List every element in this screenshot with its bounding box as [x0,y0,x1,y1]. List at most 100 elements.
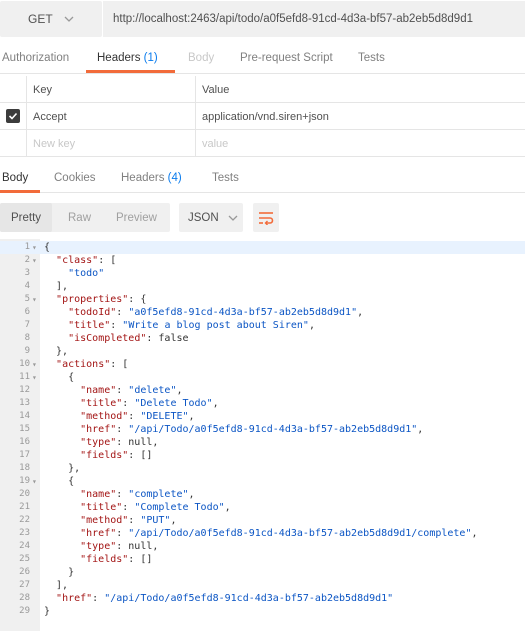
active-response-tab-indicator [0,190,40,193]
line-number: 17 [19,450,30,460]
code-line: 25 "fields": [] [0,553,525,566]
code-line: 10 ▾ "actions": [ [0,358,525,371]
code-text: "todo" [68,268,105,279]
line-number: 21 [19,502,30,512]
tab-response-headers[interactable]: Headers (4) [121,172,182,184]
new-key-input[interactable]: New key [33,130,75,157]
line-number: 27 [19,580,30,590]
line-number: 15 [19,424,30,434]
code-text: } [44,606,51,617]
line-number: 24 [19,541,30,551]
format-label: JSON [188,211,219,224]
line-number: 1 [24,242,30,252]
tab-response-body[interactable]: Body [2,172,28,184]
request-tabs: Authorization Headers (1) Body Pre-reque… [0,44,525,74]
code-text: "title": "Write a blog post about Siren"… [68,320,315,331]
chevron-down-icon [64,16,74,22]
fold-toggle-icon[interactable]: ▾ [32,371,37,384]
code-text: "class": [ [56,255,117,266]
format-select[interactable]: JSON [179,203,243,232]
response-tabs: Body Cookies Headers (4) Tests [0,165,525,193]
column-value: Value [202,83,230,96]
code-line: 14 "method": "DELETE", [0,410,525,423]
tab-tests[interactable]: Tests [358,52,385,64]
code-text: "type": null, [80,541,159,552]
code-line: 16 "type": null, [0,436,525,449]
code-line: 5 ▾ "properties": { [0,293,525,306]
code-text: "method": "PUT", [80,515,177,526]
line-number: 26 [19,567,30,577]
code-line: 15 "href": "/api/Todo/a0f5efd8-91cd-4d3a… [0,423,525,436]
line-number: 28 [19,593,30,603]
line-number: 19 [19,476,30,486]
code-text: ], [44,580,69,591]
line-number: 7 [24,320,30,330]
response-toolbar: Pretty Raw Preview JSON [0,203,525,233]
line-number: 10 [19,359,30,369]
header-value-input[interactable]: application/vnd.siren+json [202,103,329,130]
tab-headers[interactable]: Headers (1) [97,52,158,64]
code-line: 12 "name": "delete", [0,384,525,397]
table-row: Accept application/vnd.siren+json [0,103,525,130]
code-text: "fields": [] [80,450,153,461]
code-text: "name": "complete", [80,489,195,500]
fold-toggle-icon[interactable]: ▾ [32,475,37,488]
code-line: 7 "title": "Write a blog post about Sire… [0,319,525,332]
line-number: 14 [19,411,30,421]
code-line: 11 ▾ { [0,371,525,384]
view-pretty-button[interactable]: Pretty [0,203,52,232]
code-line: 22 "method": "PUT", [0,514,525,527]
url-input[interactable]: http://localhost:2463/api/todo/a0f5efd8-… [103,1,525,37]
code-text: "fields": [] [80,554,153,565]
code-line: 9 }, [0,345,525,358]
line-number: 16 [19,437,30,447]
code-line: 24 "type": null, [0,540,525,553]
view-preview-button[interactable]: Preview [116,203,157,232]
new-value-input[interactable]: value [202,130,228,157]
code-text: "name": "delete", [80,385,183,396]
header-key-input[interactable]: Accept [33,103,67,130]
fold-toggle-icon[interactable]: ▾ [32,293,37,306]
line-number: 25 [19,554,30,564]
code-line: 1 ▾ { [0,241,525,254]
code-line: 21 "title": "Complete Todo", [0,501,525,514]
view-raw-button[interactable]: Raw [68,203,91,232]
fold-toggle-icon[interactable]: ▾ [32,358,37,371]
line-number: 12 [19,385,30,395]
code-line: 17 "fields": [] [0,449,525,462]
wrap-lines-icon [259,211,274,225]
header-enabled-checkbox[interactable] [6,109,20,123]
code-text: "href": "/api/Todo/a0f5efd8-91cd-4d3a-bf… [80,424,424,435]
code-line: 13 "title": "Delete Todo", [0,397,525,410]
code-text: "properties": { [56,294,147,305]
line-number: 3 [24,268,30,278]
code-line: 19 ▾ { [0,475,525,488]
code-text: "title": "Complete Todo", [80,502,231,513]
method-select[interactable]: GET [0,1,102,37]
request-bar: GET http://localhost:2463/api/todo/a0f5e… [0,0,525,39]
response-body-editor[interactable]: 1 ▾{2 ▾ "class": [3 "todo" 4 ], 5 ▾ "properti… [0,239,525,631]
tab-response-tests[interactable]: Tests [212,172,239,184]
code-text: }, [44,463,81,474]
wrap-lines-button[interactable] [253,203,279,232]
code-text: "method": "DELETE", [80,411,195,422]
headers-count: (1) [143,52,158,64]
code-text: "actions": [ [56,359,129,370]
tab-body[interactable]: Body [188,52,214,64]
line-number: 20 [19,489,30,499]
code-text: { [44,242,51,253]
tab-cookies[interactable]: Cookies [54,172,96,184]
code-line: 4 ], [0,280,525,293]
tab-pre-request-script[interactable]: Pre-request Script [240,52,333,64]
line-number: 22 [19,515,30,525]
fold-toggle-icon[interactable]: ▾ [32,241,37,254]
tab-authorization[interactable]: Authorization [2,52,69,64]
method-label: GET [28,12,53,26]
active-tab-indicator [86,70,175,73]
fold-toggle-icon[interactable]: ▾ [32,254,37,267]
code-line: 6 "todoId": "a0f5efd8-91cd-4d3a-bf57-ab2… [0,306,525,319]
line-number: 13 [19,398,30,408]
column-key: Key [33,83,52,96]
line-number: 11 [19,372,30,382]
view-mode-switch: Pretty Raw Preview [0,203,170,232]
